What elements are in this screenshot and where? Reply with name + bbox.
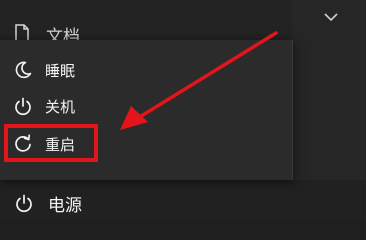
shutdown-menu-item[interactable]: 关机 xyxy=(0,88,292,124)
power-icon xyxy=(15,97,31,116)
restart-highlight-box xyxy=(4,124,98,162)
sleep-label: 睡眠 xyxy=(45,61,76,80)
shutdown-label: 关机 xyxy=(45,97,76,116)
chevron-down-icon[interactable] xyxy=(322,10,340,24)
power-item[interactable]: 电源 xyxy=(14,190,82,216)
power-icon xyxy=(16,194,32,213)
power-label: 电源 xyxy=(48,195,82,216)
moon-icon xyxy=(15,61,32,79)
sleep-menu-item[interactable]: 睡眠 xyxy=(0,52,292,88)
